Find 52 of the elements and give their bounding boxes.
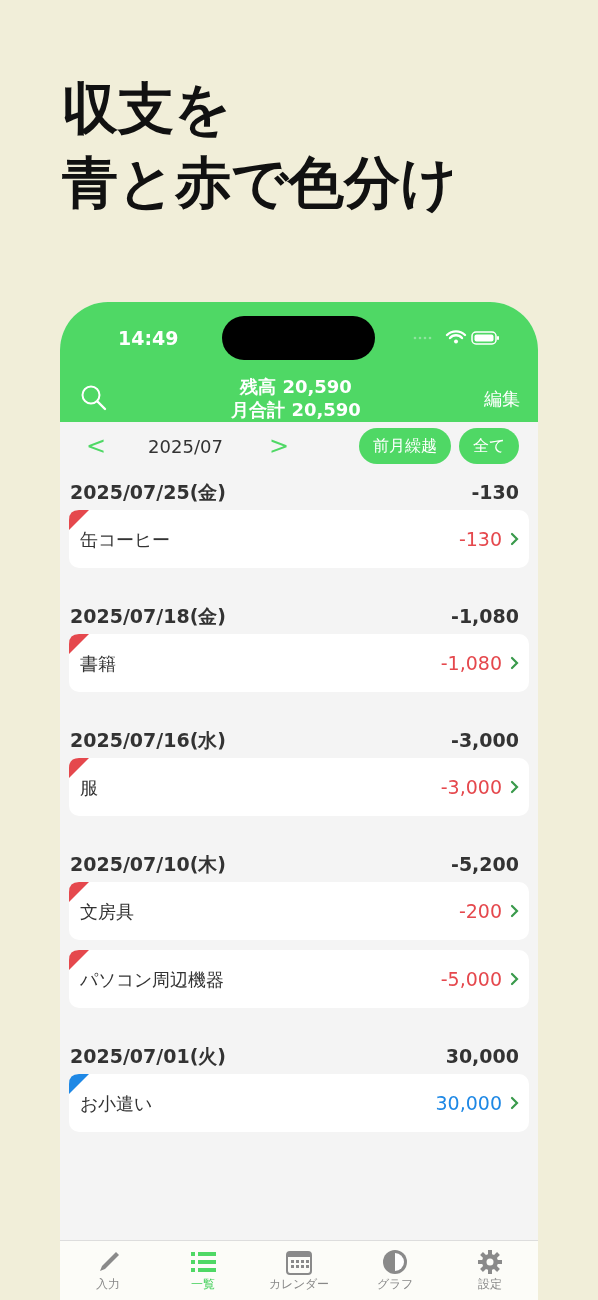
entry-amount: -5,000 — [440, 966, 502, 992]
headline-text: 青と赤で色分け — [62, 149, 457, 217]
entry-name: 缶コーヒー — [80, 527, 171, 552]
status-time: 14:49 — [118, 325, 179, 351]
entry-name: 書籍 — [80, 651, 117, 676]
date-heading: 2025/07/16(水) — [70, 728, 226, 753]
search-icon[interactable] — [80, 384, 108, 412]
date-heading: 2025/07/25(金) — [70, 480, 226, 505]
chevron-icon — [510, 904, 519, 918]
day-total: -3,000 — [451, 728, 519, 753]
day-total: 30,000 — [445, 1044, 519, 1069]
battery-icon — [471, 331, 499, 345]
entry-name: 服 — [80, 775, 99, 800]
calendar-icon — [285, 1248, 313, 1276]
settings-icon — [476, 1248, 505, 1276]
entry-name: お小遣い — [80, 1091, 153, 1116]
month-label: 2025/07 — [148, 434, 223, 459]
entry-row[interactable]: 文房具 -200 — [69, 882, 529, 940]
balance-text: 残高 20,590 — [238, 375, 353, 398]
signal-icon — [413, 336, 432, 340]
day-total: -130 — [471, 480, 519, 505]
chevron-icon — [510, 532, 519, 546]
entry-amount: -1,080 — [440, 650, 502, 676]
wifi-icon — [445, 330, 467, 344]
entry-amount: -130 — [458, 526, 502, 552]
chevron-icon — [510, 780, 519, 794]
month-total-text: 月合計 20,590 — [231, 398, 361, 421]
entry-row[interactable]: パソコン周辺機器 -5,000 — [69, 950, 529, 1008]
day-total: -1,080 — [451, 604, 519, 629]
entry-name: パソコン周辺機器 — [80, 967, 225, 992]
entry-row[interactable]: 書籍 -1,080 — [69, 634, 529, 692]
pie-chart-icon — [380, 1248, 409, 1276]
date-heading: 2025/07/01(火) — [70, 1044, 226, 1069]
chevron-icon — [510, 656, 519, 670]
chevron-icon — [510, 972, 519, 986]
entry-row[interactable]: 服 -3,000 — [69, 758, 529, 816]
date-heading: 2025/07/18(金) — [70, 604, 226, 629]
entry-amount: -3,000 — [440, 774, 502, 800]
tab-item[interactable]: カレンダー — [251, 1241, 347, 1300]
tab-item[interactable]: 設定 — [442, 1241, 538, 1300]
entry-row[interactable]: 缶コーヒー -130 — [69, 510, 529, 568]
date-heading: 2025/07/10(木) — [70, 852, 226, 877]
tab-item[interactable]: 入力 — [60, 1241, 156, 1300]
chevron-icon — [510, 1096, 519, 1110]
tab-item[interactable]: グラフ — [346, 1241, 443, 1300]
entry-row[interactable]: お小遣い 30,000 — [69, 1074, 529, 1132]
headline-text: 収支を — [62, 75, 231, 143]
day-total: -5,200 — [451, 852, 519, 877]
entry-amount: 30,000 — [435, 1090, 502, 1116]
entry-amount: -200 — [458, 898, 502, 924]
tab-item[interactable]: 一覧 — [155, 1241, 252, 1300]
entry-name: 文房具 — [80, 899, 135, 924]
